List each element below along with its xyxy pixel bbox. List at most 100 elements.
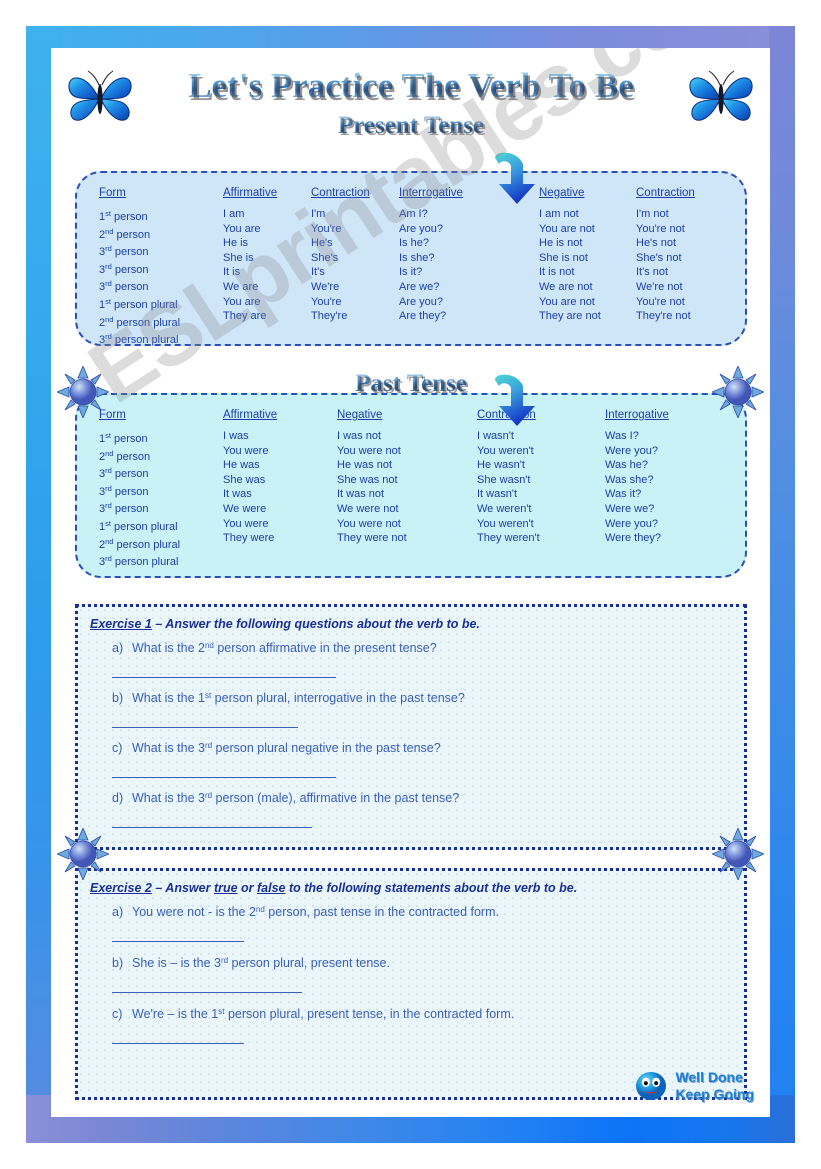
answer-blank[interactable]: [112, 727, 298, 728]
exercise-1-instruction: Answer the following questions about the…: [165, 617, 480, 631]
table-cell: 2nd person plural: [99, 314, 181, 329]
table-cell: She was: [223, 473, 266, 486]
sun-burst-icon: [57, 366, 109, 418]
table-cell: It is not: [539, 266, 575, 279]
table-cell: 1st person: [99, 431, 148, 445]
table-cell: I am not: [539, 208, 579, 220]
table-cell: He was: [223, 459, 260, 472]
column-contraction: Contraction I'm You're He's She's It's We're Yo…: [311, 187, 370, 324]
curved-arrow-icon: [495, 374, 535, 426]
table-cell: Are we?: [399, 280, 440, 293]
answer-blank[interactable]: [112, 992, 302, 993]
question-label: b): [112, 956, 124, 970]
table-cell: Were they?: [605, 532, 662, 545]
table-cell: We are not: [539, 280, 593, 293]
past-tense-table-panel: Form 1st person 2nd person 3rd person 3rd pe…: [75, 393, 747, 578]
question-label: c): [112, 1007, 123, 1021]
present-tense-table: Form 1st person 2nd person 3rd person 3rd pe…: [77, 173, 745, 346]
table-cell: He's: [311, 237, 333, 250]
question-label: d): [112, 791, 124, 805]
butterfly-icon: [689, 70, 753, 121]
table-cell: Are you?: [399, 222, 444, 235]
table-cell: Was I?: [605, 430, 639, 442]
cells: I wasn't You weren't He wasn't She wasn't It…: [477, 429, 540, 546]
question-item: a) What is the 2nd person affirmative in …: [78, 641, 744, 678]
table-cell: 3rd person plural: [99, 554, 179, 569]
well-done-line-1: Well Done: [675, 1069, 743, 1085]
column-header: Interrogative: [399, 187, 463, 199]
table-cell: You're: [311, 222, 342, 235]
question-label: c): [112, 741, 123, 755]
exercise-1-label: Exercise 1: [90, 617, 152, 631]
table-cell: We were: [223, 502, 267, 515]
table-cell: 3rd person: [99, 244, 149, 259]
well-done-text: Well Done Keep Going: [675, 1069, 754, 1103]
table-cell: He is: [223, 237, 249, 250]
column-interrogative: Interrogative Was I? Were you? Was he? Was s…: [605, 409, 669, 546]
table-cell: I was not: [337, 430, 382, 442]
answer-blank[interactable]: [112, 777, 336, 778]
table-cell: You weren't: [477, 517, 534, 530]
well-done-badge: Well Done Keep Going: [635, 1069, 754, 1103]
question-item: d) What is the 3rd person (male), affirma…: [78, 791, 744, 828]
question-item: b) She is – is the 3rd person plural, pre…: [78, 956, 744, 993]
table-cell: You are: [223, 295, 261, 308]
table-cell: It is: [223, 266, 241, 279]
question-text: d) What is the 3rd person (male), affirma…: [112, 791, 460, 805]
instruction-pre: Answer: [165, 881, 214, 895]
table-cell: You are: [223, 222, 261, 235]
page-title: Let's Practice The Verb To Be: [151, 66, 671, 106]
sun-burst-icon: [57, 828, 109, 880]
cells: I am not You are not He is not She is not It…: [539, 207, 601, 324]
well-done-line-2: Keep Going: [675, 1086, 754, 1102]
table-cell: They are not: [539, 310, 601, 323]
question-item: b) What is the 1st person plural, interro…: [78, 691, 744, 728]
table-cell: We're not: [636, 280, 683, 293]
question-text: a) What is the 2nd person affirmative in …: [112, 641, 437, 655]
table-cell: We weren't: [477, 502, 532, 515]
table-cell: He was not: [337, 459, 393, 472]
table-cell: It was not: [337, 488, 385, 501]
table-cell: 2nd person: [99, 226, 151, 241]
table-cell: Is she?: [399, 251, 435, 264]
cells: 1st person 2nd person 3rd person 3rd person…: [99, 207, 180, 348]
cells: Am I? Are you? Is he? Is she? Is it? Are we? A…: [399, 207, 463, 324]
question-item: c) We're – is the 1st person plural, pres…: [78, 1007, 744, 1044]
column-negative: Negative I am not You are not He is not She …: [539, 187, 601, 324]
table-cell: You are not: [539, 295, 595, 308]
answer-blank[interactable]: [112, 677, 336, 678]
table-cell: He wasn't: [477, 459, 525, 472]
table-cell: It wasn't: [477, 488, 518, 501]
table-cell: She's: [311, 251, 339, 264]
table-cell: Were you?: [605, 444, 658, 457]
instruction-post: to the following statements about the ve…: [285, 881, 578, 895]
frame-right-edge: [769, 26, 795, 1143]
column-form: Form 1st person 2nd person 3rd person 3rd pe…: [99, 409, 180, 570]
answer-blank[interactable]: [112, 941, 244, 942]
table-cell: She was not: [337, 473, 398, 486]
cells: I was not You were not He was not She was n…: [337, 429, 407, 546]
question-item: c) What is the 3rd person plural negative…: [78, 741, 744, 778]
answer-blank[interactable]: [112, 1043, 244, 1044]
answer-blank[interactable]: [112, 827, 312, 828]
column-header: Form: [99, 409, 126, 421]
table-cell: He is not: [539, 237, 583, 250]
sun-burst-icon: [712, 828, 764, 880]
past-tense-table: Form 1st person 2nd person 3rd person 3rd pe…: [77, 395, 745, 576]
exercise-1-heading: Exercise 1 – Answer the following questi…: [90, 617, 744, 631]
or-word: or: [237, 881, 258, 895]
column-header: Affirmative: [223, 187, 278, 199]
table-cell: They're not: [636, 310, 691, 323]
present-tense-table-panel: Form 1st person 2nd person 3rd person 3rd pe…: [75, 171, 747, 346]
table-cell: It's: [311, 266, 325, 279]
column-header: Form: [99, 187, 126, 199]
table-cell: 3rd person: [99, 483, 149, 498]
frame-top-edge: [26, 26, 795, 48]
column-affirmative: Affirmative I was You were He was She was It …: [223, 409, 277, 546]
table-cell: They were not: [337, 532, 407, 545]
table-cell: She is: [223, 251, 254, 264]
exercise-2-label: Exercise 2: [90, 881, 152, 895]
table-cell: He's not: [636, 237, 677, 250]
question-text: b) She is – is the 3rd person plural, pre…: [112, 956, 390, 970]
table-cell: We were not: [337, 502, 399, 515]
